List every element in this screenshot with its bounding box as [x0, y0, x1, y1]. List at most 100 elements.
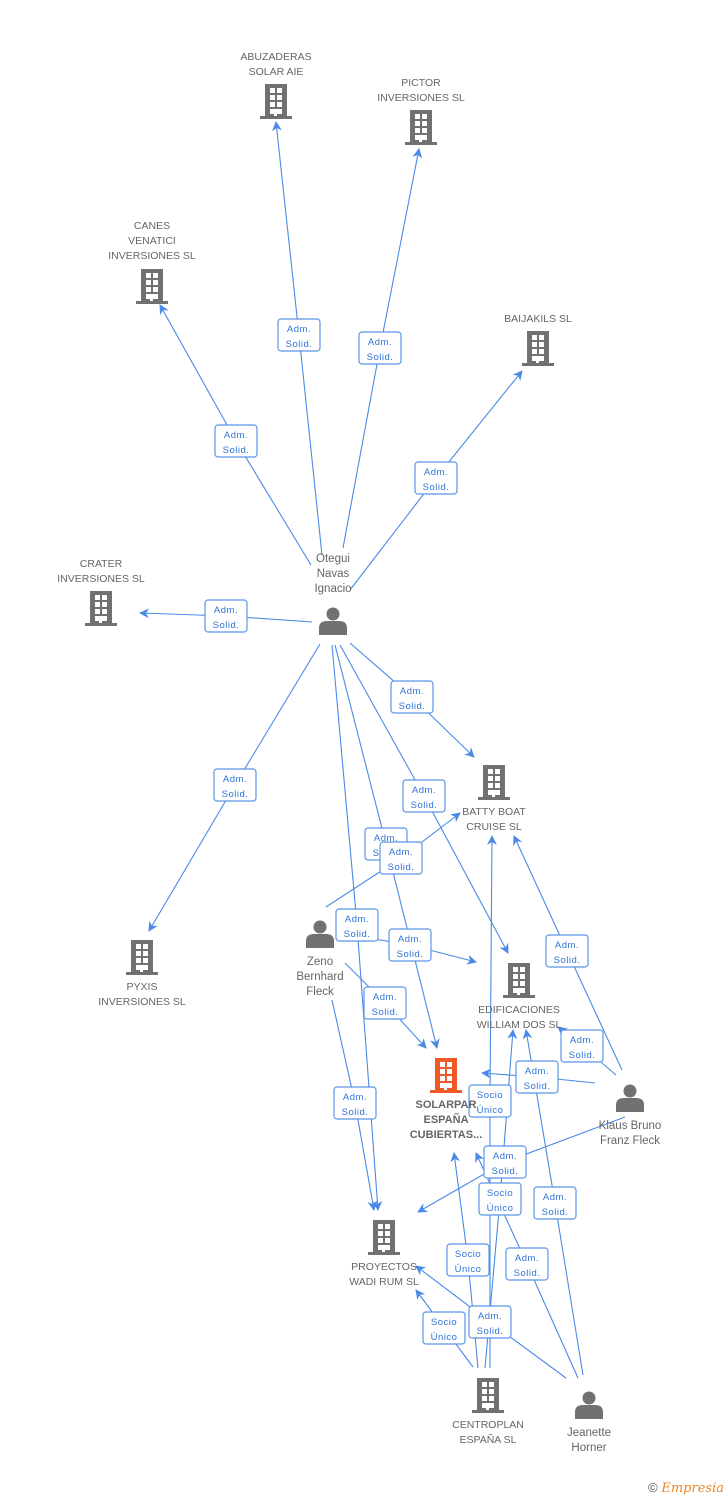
edge-label-text: Adm. — [214, 605, 238, 616]
edge-label[interactable]: Adm. Solid. — [533, 1186, 577, 1220]
edge-label-text: Solid. — [514, 1268, 541, 1279]
edge-label[interactable]: Adm. Solid. — [335, 908, 379, 942]
node-label: INVERSIONES SL — [108, 250, 196, 262]
node-label: CUBIERTAS... — [410, 1129, 483, 1141]
edge-label[interactable]: Adm. Solid. — [358, 331, 402, 365]
node-centroplan[interactable]: CENTROPLAN ESPAÑA SL — [452, 1378, 524, 1446]
edge-label[interactable]: Adm. Solid. — [204, 599, 248, 633]
edge-label-text: Adm. — [555, 940, 579, 951]
node-label: Horner — [571, 1442, 606, 1454]
edge-label[interactable]: Adm. Solid. — [545, 934, 589, 968]
brand-logo: Empresia — [661, 1481, 724, 1496]
edge-label-text: Único — [477, 1105, 504, 1116]
node-proyectos[interactable]: PROYECTOS WADI RUM SL — [349, 1220, 419, 1288]
building-icon — [472, 1378, 504, 1413]
node-klaus[interactable]: Klaus Bruno Franz Fleck — [599, 1084, 662, 1148]
node-label: CENTROPLAN — [452, 1419, 524, 1431]
edge-label[interactable]: Adm. Solid. — [402, 779, 446, 813]
edge-label[interactable]: Adm. Solid. — [414, 461, 458, 495]
edge-label[interactable]: Socio Único — [478, 1182, 522, 1216]
node-label: Zeno — [307, 956, 333, 968]
edge-label[interactable]: Socio Único — [422, 1311, 466, 1345]
edge-label-text: Adm. — [389, 847, 413, 858]
edge-label-text: Solid. — [342, 1107, 369, 1118]
edge-label-text: Adm. — [343, 1092, 367, 1103]
node-label: SOLARPAR — [416, 1099, 477, 1111]
node-label: Klaus Bruno — [599, 1120, 662, 1132]
node-abuzaderas[interactable]: ABUZADERAS SOLAR AIE — [240, 51, 312, 119]
edge-label-text: Solid. — [344, 929, 371, 940]
building-icon — [405, 110, 437, 145]
node-label: Bernhard — [296, 971, 343, 983]
edge-label[interactable]: Adm. Solid. — [333, 1086, 377, 1120]
edge-label[interactable]: Adm. Solid. — [390, 680, 434, 714]
edge-label-text: Solid. — [372, 1007, 399, 1018]
building-icon — [478, 765, 510, 800]
node-batty[interactable]: BATTY BOAT CRUISE SL — [462, 765, 526, 833]
edge-label-text: Solid. — [213, 620, 240, 631]
edge-label[interactable]: Adm. Solid. — [505, 1247, 549, 1281]
node-label: PICTOR — [401, 77, 441, 89]
edge-label[interactable]: Adm. Solid. — [214, 424, 258, 458]
edge-label-text: Socio — [455, 1249, 481, 1260]
node-label: CRATER — [80, 558, 123, 570]
node-label: PROYECTOS — [351, 1261, 417, 1273]
node-label: Ignacio — [314, 583, 351, 595]
edge-label[interactable]: Adm. Solid. — [277, 318, 321, 352]
edge-label-text: Solid. — [367, 352, 394, 363]
edge-label[interactable]: Adm. Solid. — [213, 768, 257, 802]
edge-label[interactable]: Adm. Solid. — [379, 841, 423, 875]
edge-label-text: Solid. — [423, 482, 450, 493]
person-icon — [319, 607, 347, 635]
node-label: EDIFICACIONES — [478, 1004, 560, 1016]
node-canes[interactable]: CANES VENATICI INVERSIONES SL — [108, 220, 196, 304]
node-crater[interactable]: CRATER INVERSIONES SL — [57, 558, 145, 626]
building-icon — [136, 269, 168, 304]
building-icon — [85, 591, 117, 626]
edge-label-text: Adm. — [412, 785, 436, 796]
node-baijakils[interactable]: BAIJAKILS SL — [504, 313, 572, 366]
edge-label[interactable]: Adm. Solid. — [468, 1305, 512, 1339]
node-label: BATTY BOAT — [462, 806, 526, 818]
node-solarpar[interactable]: SOLARPAR ESPAÑA CUBIERTAS... — [410, 1058, 483, 1141]
node-label: WILLIAM DOS SL — [477, 1019, 562, 1031]
edge-label-text: Adm. — [345, 914, 369, 925]
node-edificaciones[interactable]: EDIFICACIONES WILLIAM DOS SL — [477, 963, 562, 1031]
node-label: INVERSIONES SL — [57, 573, 145, 585]
edge-label-text: Único — [487, 1203, 514, 1214]
relationship-graph: Adm. Solid. Adm. Solid. Adm. Solid. Adm. Solid.… — [57, 51, 662, 1455]
edge-label-text: Adm. — [424, 467, 448, 478]
node-pyxis[interactable]: PYXIS INVERSIONES SL — [98, 940, 186, 1008]
edge-label[interactable]: Adm. Solid. — [515, 1060, 559, 1094]
edge-label[interactable]: Adm. Solid. — [363, 986, 407, 1020]
edge-label-text: Solid. — [492, 1166, 519, 1177]
node-pictor[interactable]: PICTOR INVERSIONES SL — [377, 77, 465, 145]
edge-label-text: Solid. — [399, 701, 426, 712]
edge-label-text: Adm. — [373, 992, 397, 1003]
edge-label-text: Solid. — [554, 955, 581, 966]
building-icon — [260, 84, 292, 119]
edge-label[interactable]: Adm. Solid. — [483, 1145, 527, 1179]
edge-label-text: Adm. — [570, 1035, 594, 1046]
node-label: ABUZADERAS — [240, 51, 311, 63]
edge-label-text: Adm. — [525, 1066, 549, 1077]
edge-label[interactable]: Adm. Solid. — [560, 1029, 604, 1063]
node-otegui[interactable]: Otegui Navas Ignacio — [314, 553, 352, 635]
edge-label-text: Solid. — [569, 1050, 596, 1061]
building-icon — [126, 940, 158, 975]
node-label: BAIJAKILS SL — [504, 313, 572, 325]
edge-label-text: Adm. — [400, 686, 424, 697]
node-label: SOLAR AIE — [249, 66, 304, 78]
node-jeanette[interactable]: Jeanette Horner — [567, 1391, 611, 1455]
node-label: Fleck — [306, 986, 334, 998]
building-icon — [522, 331, 554, 366]
edge-label-text: Único — [431, 1332, 458, 1343]
edge-label-text: Solid. — [411, 800, 438, 811]
edge-label[interactable]: Socio Único — [446, 1243, 490, 1277]
edge-label-text: Solid. — [477, 1326, 504, 1337]
edge-label-text: Solid. — [388, 862, 415, 873]
node-label: INVERSIONES SL — [377, 92, 465, 104]
edge-label-text: Socio — [487, 1188, 513, 1199]
node-label: ESPAÑA — [423, 1113, 468, 1126]
edge-label[interactable]: Adm. Solid. — [388, 928, 432, 962]
